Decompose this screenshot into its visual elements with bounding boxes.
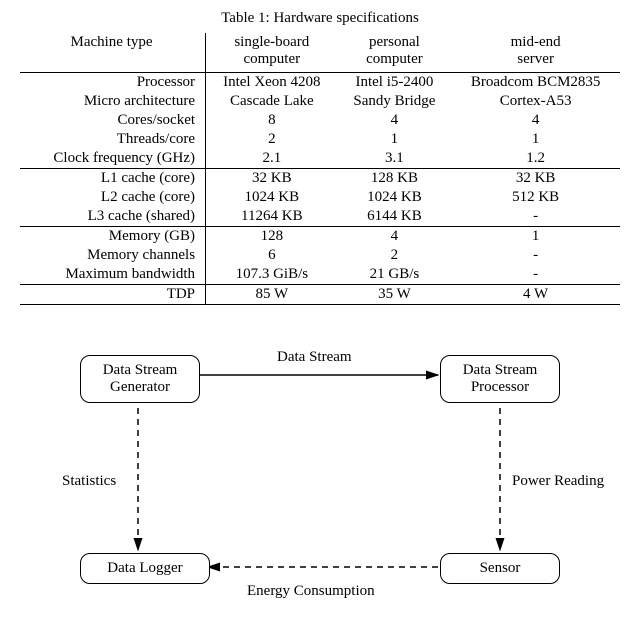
architecture-diagram: Data StreamGenerator Data StreamProcesso… (20, 345, 620, 615)
table-row: L2 cache (core) 1024 KB 1024 KB 512 KB (20, 188, 620, 207)
edge-label-power: Power Reading (510, 473, 606, 490)
table-row: L1 cache (core) 32 KB 128 KB 32 KB (20, 169, 620, 189)
table-row: Cores/socket 8 4 4 (20, 111, 620, 130)
hardware-spec-table: Machine type single-boardcomputer person… (20, 33, 620, 305)
table-row: L3 cache (shared) 11264 KB 6144 KB - (20, 207, 620, 227)
node-generator: Data StreamGenerator (80, 355, 200, 403)
table-row: Memory channels 6 2 - (20, 246, 620, 265)
col-header-1: personalcomputer (338, 33, 452, 73)
table-row: Maximum bandwidth 107.3 GiB/s 21 GB/s - (20, 265, 620, 285)
table-row: TDP 85 W 35 W 4 W (20, 285, 620, 305)
edge-label-stats: Statistics (60, 473, 118, 490)
table-row: Clock frequency (GHz) 2.1 3.1 1.2 (20, 149, 620, 169)
table-row: Memory (GB) 128 4 1 (20, 227, 620, 247)
header-machine-type: Machine type (20, 33, 206, 73)
table-row: Micro architecture Cascade Lake Sandy Br… (20, 92, 620, 111)
col-header-0: single-boardcomputer (206, 33, 338, 73)
node-sensor: Sensor (440, 553, 560, 584)
node-processor: Data StreamProcessor (440, 355, 560, 403)
edge-label-stream: Data Stream (275, 349, 354, 366)
col-header-2: mid-endserver (451, 33, 620, 73)
edge-label-energy: Energy Consumption (245, 583, 377, 600)
table-caption: Table 1: Hardware specifications (20, 10, 620, 27)
node-logger: Data Logger (80, 553, 210, 584)
table-row: Processor Intel Xeon 4208 Intel i5-2400 … (20, 73, 620, 93)
table-row: Threads/core 2 1 1 (20, 130, 620, 149)
